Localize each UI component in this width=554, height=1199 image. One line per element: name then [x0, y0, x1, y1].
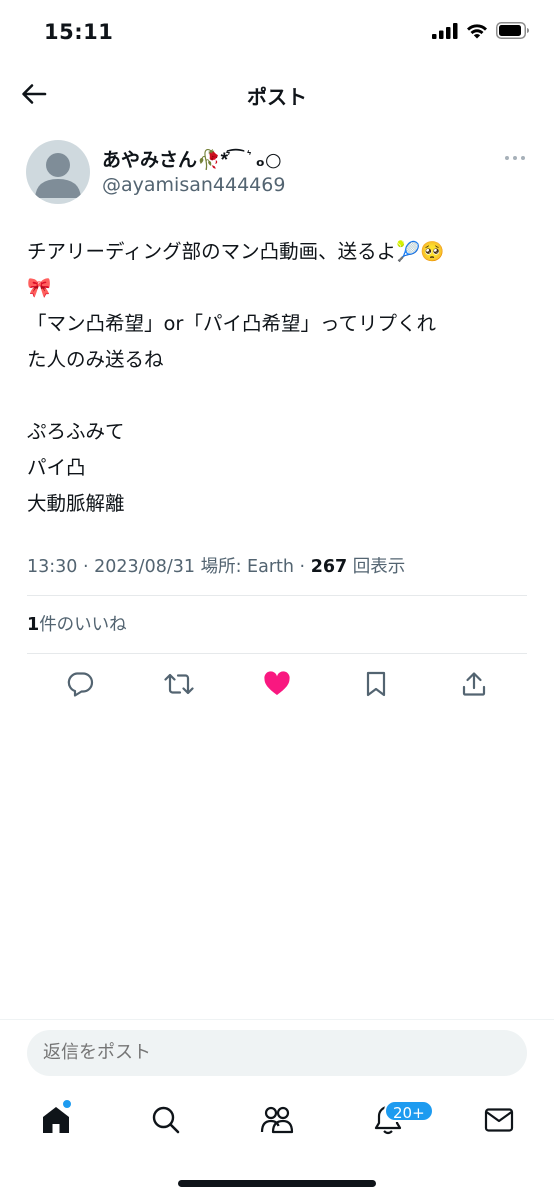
likes-label: 件のいいね: [39, 615, 127, 635]
view-label: 回表示: [352, 557, 406, 577]
reply-icon: [67, 672, 94, 697]
tweet-line: 🎀: [27, 276, 52, 299]
tweet-text: チアリーディング部のマン凸動画、送るよ🎾🥺 🎀 「マン凸希望」or「パイ凸希望」…: [27, 234, 531, 522]
repost-icon: [163, 673, 194, 695]
more-options-button[interactable]: [500, 148, 530, 168]
post-location: 場所: Earth: [200, 557, 294, 577]
tweet-line: た人のみ送るね: [27, 348, 164, 371]
bookmark-button[interactable]: [361, 669, 391, 699]
divider: [27, 653, 527, 654]
tweet-line: 大動脈解離: [27, 492, 125, 515]
post-date: 2023/08/31: [94, 557, 196, 577]
wifi-icon: [466, 23, 488, 43]
more-dots-icon: [505, 156, 525, 160]
communities-icon: [260, 1106, 294, 1134]
post-time: 13:30: [27, 557, 78, 577]
avatar[interactable]: [26, 140, 90, 204]
status-icons: [432, 22, 530, 43]
home-notification-dot: [62, 1099, 72, 1109]
divider: [27, 595, 527, 596]
bookmark-icon: [366, 671, 385, 697]
nav-header: ポスト: [0, 64, 554, 124]
tweet-meta: 13:30 · 2023/08/31 場所: Earth · 267 回表示: [27, 557, 406, 577]
tweet-line: チアリーディング部のマン凸動画、送るよ🎾🥺: [27, 240, 445, 263]
tweet-author: あやみさん🥀*͛⁀ ͛ ₒ○ @ayamisan444469: [26, 140, 530, 206]
tweet-line: 「マン凸希望」or「パイ凸希望」ってリプくれ: [27, 312, 436, 335]
battery-icon: [496, 22, 530, 43]
like-button[interactable]: [262, 669, 292, 699]
reply-button[interactable]: [65, 669, 95, 699]
likes-count: 1: [27, 615, 40, 635]
search-icon: [152, 1106, 180, 1134]
tweet-actions: [30, 664, 524, 704]
tweet-line: ぷろふみて: [27, 420, 125, 443]
share-icon: [462, 672, 486, 696]
share-button[interactable]: [459, 669, 489, 699]
username[interactable]: @ayamisan444469: [102, 174, 285, 196]
home-indicator: [178, 1180, 376, 1187]
default-avatar-icon: [35, 153, 81, 198]
signal-icon: [432, 22, 458, 43]
reply-input[interactable]: [27, 1030, 527, 1076]
bottom-tab-bar: 20+: [0, 1094, 554, 1150]
tab-messages[interactable]: [481, 1102, 517, 1138]
tweet-line: パイ凸: [27, 456, 86, 479]
likes-row[interactable]: 1件のいいね: [27, 611, 127, 636]
repost-button[interactable]: [163, 669, 194, 699]
notifications-badge: 20+: [384, 1100, 434, 1122]
tab-communities[interactable]: [259, 1102, 295, 1138]
status-bar: 15:11: [0, 0, 554, 64]
reply-bar-divider: [0, 1019, 554, 1020]
display-name[interactable]: あやみさん🥀*͛⁀ ͛ ₒ○: [102, 145, 282, 172]
view-count[interactable]: 267: [311, 557, 348, 577]
mail-icon: [484, 1108, 514, 1132]
tab-search[interactable]: [148, 1102, 184, 1138]
status-time: 15:11: [44, 20, 114, 44]
page-title: ポスト: [247, 85, 307, 109]
heart-filled-icon: [264, 671, 290, 695]
